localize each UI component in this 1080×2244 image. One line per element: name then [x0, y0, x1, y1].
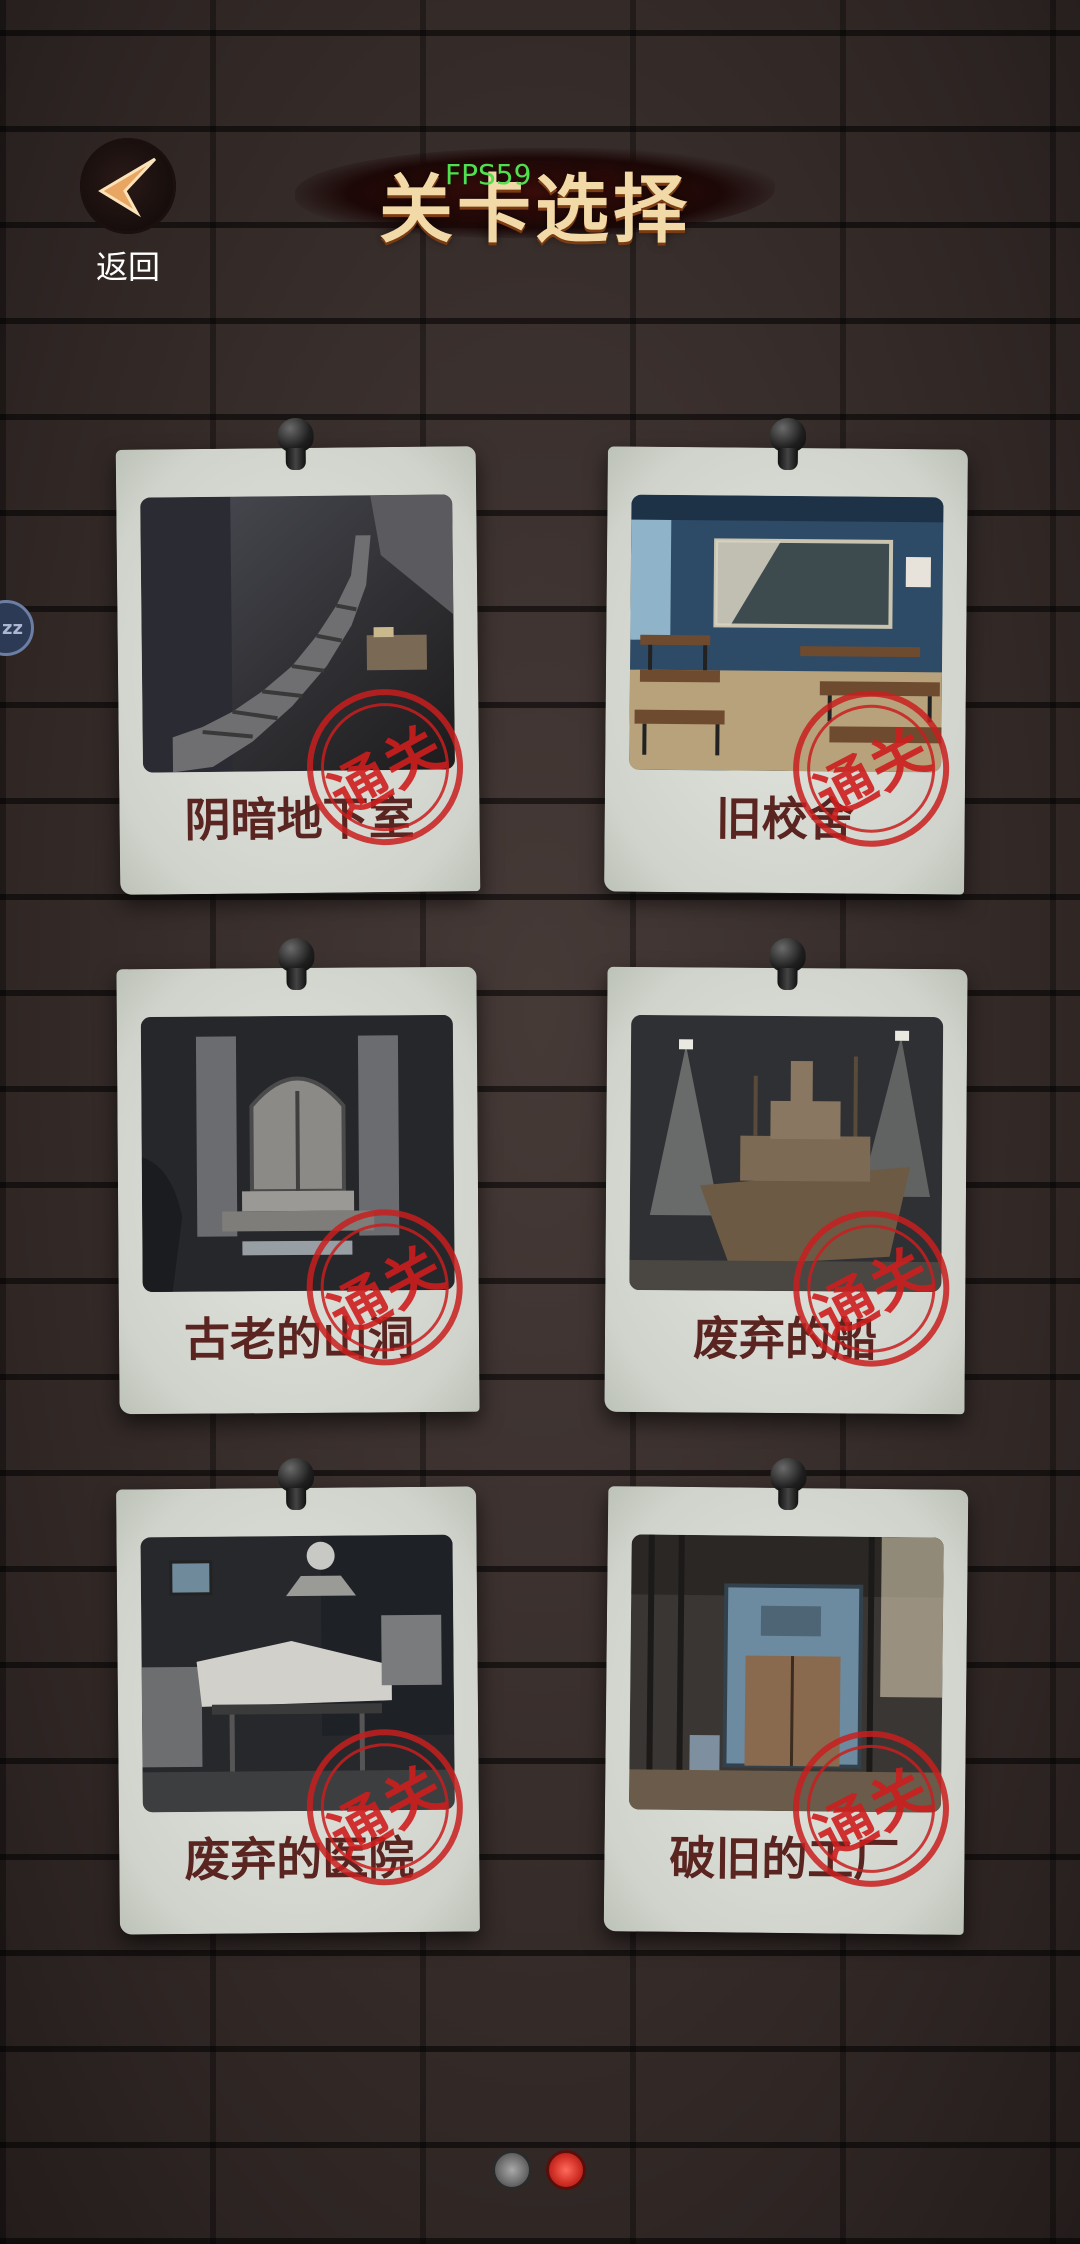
- pushpin-icon: [276, 937, 316, 1008]
- level-card-school[interactable]: 旧校舍 通关: [604, 417, 977, 895]
- page-indicator: [492, 2150, 592, 2192]
- level-card-basement[interactable]: 阴暗地下室 通关: [115, 417, 491, 895]
- level-card-ship[interactable]: 废弃的船 通关: [604, 937, 977, 1415]
- title-banner: 关卡选择: [295, 130, 775, 260]
- page-dot-2-active[interactable]: [546, 2150, 586, 2190]
- pushpin-icon: [276, 1457, 317, 1528]
- pushpin-icon: [768, 1457, 809, 1528]
- page-title: 关卡选择: [379, 167, 691, 253]
- back-button[interactable]: 返回: [78, 138, 178, 288]
- level-card-factory[interactable]: 破旧的工厂 通关: [603, 1457, 977, 1935]
- pushpin-icon: [768, 417, 809, 488]
- pushpin-icon: [275, 417, 316, 488]
- back-arrow-icon: [80, 138, 176, 234]
- side-float-button[interactable]: zz: [0, 600, 34, 656]
- page-dot-1[interactable]: [492, 2150, 532, 2190]
- fps-counter: FPS59: [445, 158, 532, 191]
- back-label: 返回: [95, 248, 160, 286]
- level-card-hospital[interactable]: 废弃的医院 通关: [116, 1457, 491, 1935]
- pushpin-icon: [767, 937, 807, 1008]
- level-card-cave[interactable]: 古老的山洞 通关: [116, 937, 491, 1415]
